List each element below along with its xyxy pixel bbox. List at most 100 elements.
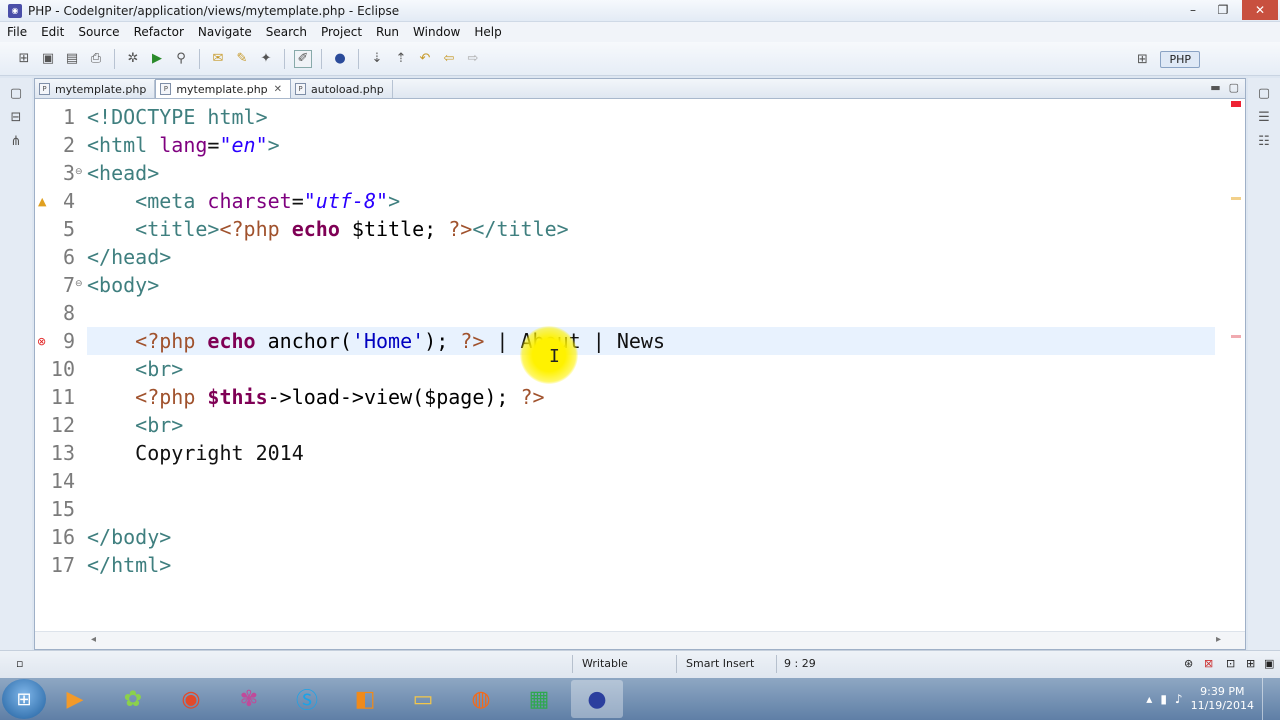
save-all-icon[interactable]: ▤ [63,50,81,68]
code-token: </html> [87,553,172,577]
code-line[interactable]: <head> [87,159,1215,187]
code-line[interactable]: </body> [87,523,1215,551]
code-line[interactable]: <html lang="en"> [87,131,1215,159]
outline-icon[interactable]: ☰ [1255,108,1273,126]
save-icon[interactable]: ▣ [39,50,57,68]
trim-icon[interactable]: ⊛ [1184,657,1193,670]
toggle-mark-occurrences-icon[interactable]: ✐ [294,49,312,68]
new-icon[interactable]: ⊞ [15,50,33,68]
fast-view-icon[interactable]: ▫ [16,657,23,670]
code-line[interactable] [87,467,1215,495]
horizontal-scrollbar[interactable]: ◂ ▸ [35,631,1245,649]
forward-icon[interactable]: ⇨ [464,50,482,68]
restore-icon[interactable]: ▢ [1255,84,1273,102]
menu-navigate[interactable]: Navigate [191,25,259,39]
external-tools-icon[interactable]: ⚲ [172,50,190,68]
open-perspective-icon[interactable]: ⊞ [1133,50,1151,68]
error-icon[interactable]: ⊗ [37,335,46,348]
problems-icon[interactable]: ⊞ [1246,657,1255,670]
perspective-php-button[interactable]: PHP [1160,50,1200,68]
menu-search[interactable]: Search [259,25,314,39]
code-line[interactable] [87,495,1215,523]
media-player-icon[interactable]: ▶ [49,680,101,718]
maximize-icon[interactable]: ▢ [1229,81,1239,94]
scroll-right-icon[interactable]: ▸ [1216,634,1221,645]
restore-icon[interactable]: ▢ [7,84,25,102]
maximize-button[interactable]: ❐ [1210,0,1236,20]
type-hierarchy-icon[interactable]: ⋔ [7,132,25,150]
chrome-icon[interactable]: ◉ [165,680,217,718]
show-desktop-button[interactable] [1262,678,1274,720]
line-number: 17 [50,553,75,577]
open-resource-icon[interactable]: ✎ [233,50,251,68]
firefox-icon[interactable]: ◍ [455,680,507,718]
menu-help[interactable]: Help [467,25,508,39]
file-explorer-icon[interactable]: ▭ [397,680,449,718]
network-icon[interactable]: ▮ [1160,692,1167,706]
line-number: 6 [62,245,75,269]
php-explorer-icon[interactable]: ⊟ [7,108,25,126]
code-line[interactable]: <body> [87,271,1215,299]
menu-file[interactable]: File [0,25,34,39]
code-line[interactable]: <!DOCTYPE html> [87,103,1215,131]
next-annotation-icon[interactable]: ⇣ [368,50,386,68]
clock[interactable]: 9:39 PM 11/19/2014 [1191,685,1254,713]
paint-icon[interactable]: ✾ [223,680,275,718]
code-line[interactable]: <title><?php echo $title; ?></title> [87,215,1215,243]
search-icon[interactable]: ✦ [257,50,275,68]
code-line[interactable]: </head> [87,243,1215,271]
tasks-icon[interactable]: ☷ [1255,132,1273,150]
windows-live-icon[interactable]: ✿ [107,680,159,718]
close-button[interactable]: ✕ [1242,0,1278,20]
warning-icon[interactable]: ▲ [38,195,46,208]
eclipse-taskbar-icon[interactable]: ● [571,680,623,718]
open-type-icon[interactable]: ✉ [209,50,227,68]
code-line[interactable]: <meta charset="utf-8"> [87,187,1215,215]
code-line[interactable]: <br> [87,355,1215,383]
code-line[interactable]: <?php $this->load->view($page); ?> [87,383,1215,411]
start-button[interactable]: ⊞ [2,679,46,719]
tab-autoload[interactable]: P autoload.php [291,80,393,98]
error-marker-icon[interactable] [1231,335,1241,338]
outlook-icon[interactable]: ◧ [339,680,391,718]
minimize-button[interactable]: – [1180,0,1206,20]
warning-marker-icon[interactable] [1231,197,1241,200]
volume-icon[interactable]: ♪ [1175,692,1183,706]
debug-icon[interactable]: ✲ [124,50,142,68]
back-icon[interactable]: ⇦ [440,50,458,68]
close-tab-icon[interactable]: ✕ [274,84,282,95]
show-hidden-icons-icon[interactable]: ▴ [1146,692,1152,706]
code-line[interactable]: <br> [87,411,1215,439]
code-line[interactable]: Copyright 2014 [87,439,1215,467]
tab-mytemplate-2[interactable]: P mytemplate.php ✕ [155,79,292,98]
code-line[interactable] [87,299,1215,327]
tab-mytemplate-1[interactable]: P mytemplate.php [35,80,156,98]
scroll-left-icon[interactable]: ◂ [91,634,96,645]
tasks-icon[interactable]: ▣ [1264,657,1274,670]
console-icon[interactable]: ⊡ [1226,657,1235,670]
code-line[interactable]: <?php echo anchor('Home'); ?> | About | … [87,327,1215,355]
fold-toggle-icon[interactable]: ⊖ [75,167,83,177]
code-token: lang [159,133,208,157]
menu-run[interactable]: Run [369,25,406,39]
fold-toggle-icon[interactable]: ⊖ [75,279,83,289]
toolbar-separator [321,48,322,69]
error-marker-icon[interactable] [1231,101,1241,107]
menu-refactor[interactable]: Refactor [127,25,191,39]
code-text[interactable]: <!DOCTYPE html> <html lang="en"> <head> <m… [87,103,1215,631]
error-log-icon[interactable]: ⊠ [1204,657,1213,670]
menu-edit[interactable]: Edit [34,25,71,39]
menu-source[interactable]: Source [71,25,126,39]
previous-annotation-icon[interactable]: ⇡ [392,50,410,68]
menu-window[interactable]: Window [406,25,467,39]
print-icon[interactable]: ⎙ [87,50,105,68]
window-title: PHP - CodeIgniter/application/views/myte… [28,3,400,18]
menu-project[interactable]: Project [314,25,369,39]
globe-icon[interactable]: ● [331,50,349,68]
spreadsheet-icon[interactable]: ▦ [513,680,565,718]
minimize-icon[interactable]: ▬ [1210,81,1220,94]
skype-icon[interactable]: Ⓢ [281,680,333,718]
code-line[interactable]: </html> [87,551,1215,579]
last-edit-location-icon[interactable]: ↶ [416,50,434,68]
run-icon[interactable]: ▶ [148,50,166,68]
